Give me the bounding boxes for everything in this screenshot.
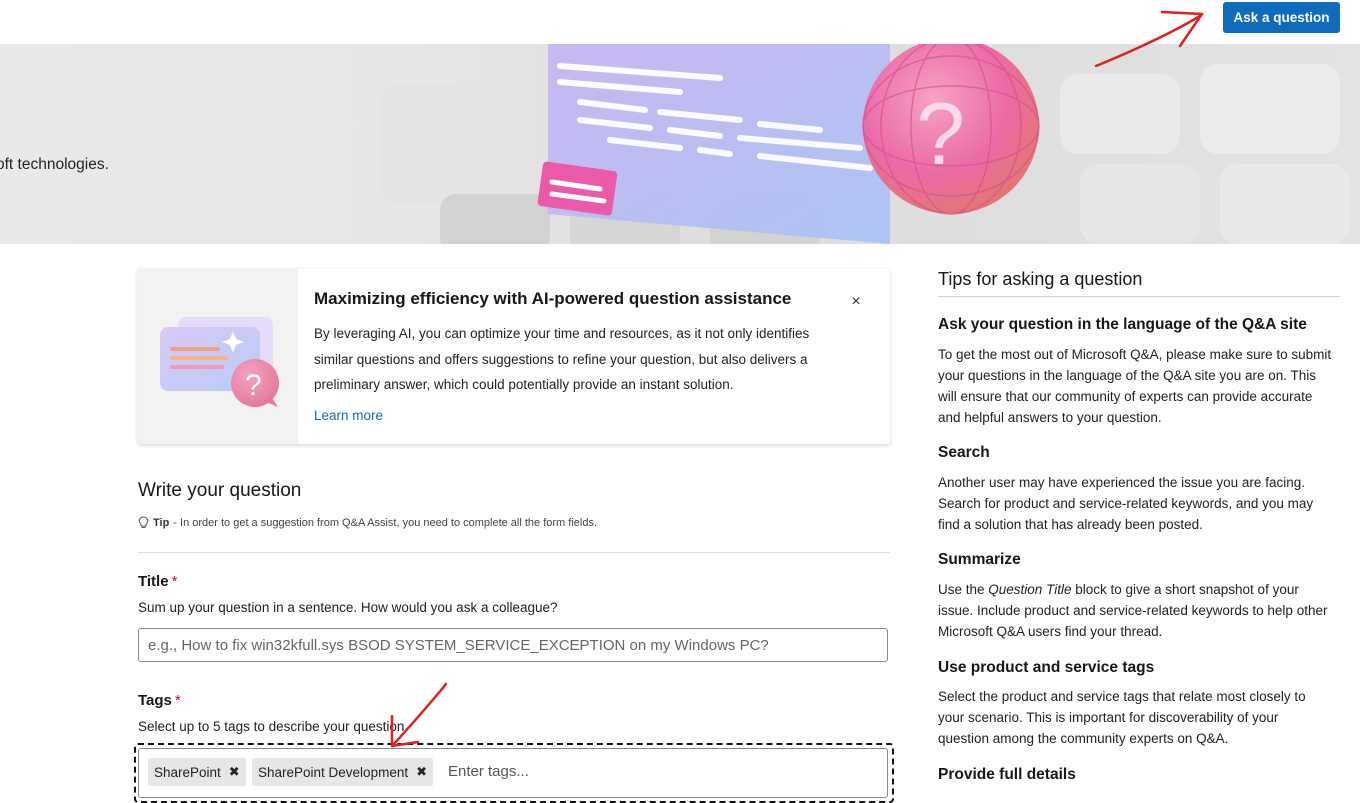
required-mark: * — [174, 692, 181, 709]
tag-label: SharePoint Development — [258, 764, 409, 780]
svg-text:?: ? — [916, 84, 965, 183]
svg-text:?: ? — [245, 369, 262, 402]
tip-heading: Summarize — [938, 551, 1021, 568]
title-placeholder: e.g., How to fix win32kfull.sys BSOD SYS… — [148, 636, 769, 654]
ai-card-illustration: ? — [138, 269, 298, 444]
tips-divider — [938, 296, 1340, 297]
tip-text-emphasis: Question Title — [988, 582, 1072, 597]
tip-label: Tip — [153, 516, 170, 529]
tip-heading: Provide full details — [938, 766, 1076, 783]
ai-card-body: By leveraging AI, you can optimize your … — [314, 326, 810, 392]
learn-more-link[interactable]: Learn more — [314, 408, 383, 423]
tag-chip: SharePoint Development ✖ — [252, 758, 433, 786]
ai-assist-card: ? Maximizing efficiency with AI-powered … — [138, 269, 890, 444]
top-bar: Ask a question — [0, 0, 1360, 44]
tags-label: Tags * — [138, 692, 181, 709]
remove-tag-icon[interactable]: ✖ — [416, 764, 427, 780]
divider — [138, 552, 890, 553]
tip-text: Use the Question Title block to give a s… — [938, 579, 1333, 642]
ask-question-button[interactable]: Ask a question — [1223, 2, 1340, 33]
remove-tag-icon[interactable]: ✖ — [229, 764, 240, 780]
annotation-arrow-tags — [390, 682, 448, 748]
lightbulb-icon — [138, 516, 149, 528]
ai-card-title: Maximizing efficiency with AI-powered qu… — [314, 289, 792, 308]
tip-heading: Search — [938, 444, 990, 461]
tag-chip: SharePoint ✖ — [148, 758, 246, 786]
title-label: Title * — [138, 573, 177, 590]
tip-line: Tip - In order to get a suggestion from … — [138, 516, 597, 529]
required-mark: * — [171, 573, 178, 590]
tags-label-text: Tags — [138, 692, 172, 709]
tag-label: SharePoint — [154, 764, 221, 780]
title-input[interactable]: e.g., How to fix win32kfull.sys BSOD SYS… — [138, 628, 888, 662]
tip-text: Select the product and service tags that… — [938, 689, 1306, 746]
tip-text-part: Use the — [938, 582, 989, 597]
tip-heading: Ask your question in the language of the… — [938, 316, 1307, 333]
close-icon[interactable]: × — [846, 292, 866, 312]
tip-text: - In order to get a suggestion from Q&A … — [173, 516, 598, 529]
title-description: Sum up your question in a sentence. How … — [138, 600, 558, 615]
question-bubble-icon: ? — [160, 317, 279, 407]
tip-text: To get the most out of Microsoft Q&A, pl… — [938, 347, 1332, 425]
tags-placeholder[interactable]: Enter tags... — [448, 763, 529, 780]
hero-illustration: ? — [380, 44, 1350, 244]
hero-banner: oft technologies. ? — [0, 44, 1360, 244]
title-label-text: Title — [138, 573, 169, 590]
tip-heading: Use product and service tags — [938, 659, 1155, 676]
tips-title: Tips for asking a question — [938, 269, 1143, 289]
tags-description: Select up to 5 tags to describe your que… — [138, 719, 409, 734]
form-heading: Write your question — [138, 480, 302, 501]
tip-text: Another user may have experienced the is… — [938, 475, 1314, 532]
hero-text: oft technologies. — [0, 156, 109, 173]
